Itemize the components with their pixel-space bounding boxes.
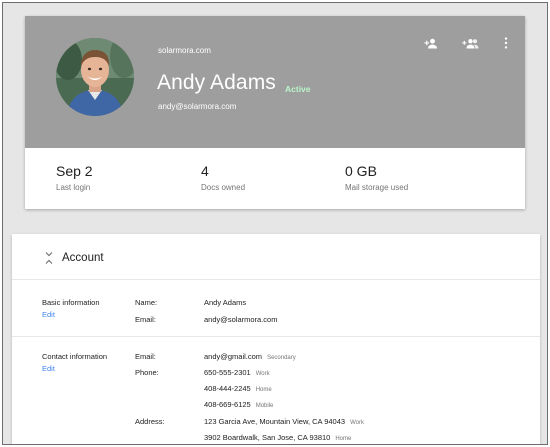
address-text: 123 Garcia Ave, Mountain View, CA 94043 xyxy=(204,417,346,426)
stat-value: Sep 2 xyxy=(56,163,93,179)
phone-type-tag: Work xyxy=(255,371,270,377)
stat-label: Mail storage used xyxy=(345,183,409,192)
stat-mail-storage: 0 GB Mail storage used xyxy=(345,163,408,192)
stat-label: Last login xyxy=(56,183,91,192)
collapse-icon[interactable] xyxy=(44,251,54,265)
phone-row: 408-444-2245 Home xyxy=(204,384,272,393)
address-type-tag: Home xyxy=(335,436,352,442)
phone-number: 650-555-2301 xyxy=(204,368,251,377)
contact-info-edit-link[interactable]: Edit xyxy=(42,364,55,373)
stat-label: Docs owned xyxy=(201,183,246,192)
section-divider xyxy=(12,336,540,337)
user-stats: Sep 2 Last login 4 Docs owned 0 GB Mail … xyxy=(25,148,525,209)
address-field-label: Address: xyxy=(135,417,165,426)
name-field-label: Name: xyxy=(135,298,158,307)
user-name: Andy Adams xyxy=(157,71,276,94)
add-group-icon[interactable] xyxy=(461,36,479,50)
user-email: andy@solarmora.com xyxy=(158,102,237,111)
address-text: 3902 Boardwalk, San Jose, CA 93810 xyxy=(204,433,331,442)
contact-email-value: andy@gmail.com Secondary xyxy=(204,352,296,361)
stat-docs-owned: 4 Docs owned xyxy=(201,163,245,192)
user-domain: solarmora.com xyxy=(158,46,211,55)
contact-email-text: andy@gmail.com xyxy=(204,352,263,361)
admin-user-page: solarmora.com Andy Adams Active andy@sol… xyxy=(2,2,548,445)
phone-field-label: Phone: xyxy=(135,368,159,377)
contact-info-label: Contact information xyxy=(42,352,108,361)
basic-info-edit-link[interactable]: Edit xyxy=(42,310,55,319)
phone-type-tag: Home xyxy=(255,387,272,393)
name-value: Andy Adams xyxy=(204,298,247,307)
phone-type-tag: Mobile xyxy=(255,403,274,409)
contact-email-label: Email: xyxy=(135,352,156,361)
phone-number: 408-444-2245 xyxy=(204,384,251,393)
stat-value: 4 xyxy=(201,163,209,179)
email-value: andy@solarmora.com xyxy=(204,315,278,324)
address-row: 3902 Boardwalk, San Jose, CA 93810 Home xyxy=(204,433,351,442)
account-section: Account Basic information Edit Name: And… xyxy=(12,234,540,444)
status-badge: Active xyxy=(285,84,311,94)
account-title: Account xyxy=(62,252,104,264)
basic-info-label: Basic information xyxy=(42,298,100,307)
account-section-header[interactable]: Account xyxy=(12,234,540,280)
avatar xyxy=(56,38,134,116)
address-row: 123 Garcia Ave, Mountain View, CA 94043 W… xyxy=(204,417,364,426)
address-type-tag: Work xyxy=(350,420,364,426)
avatar-photo xyxy=(56,38,134,116)
stat-last-login: Sep 2 Last login xyxy=(56,163,93,192)
user-profile-card: solarmora.com Andy Adams Active andy@sol… xyxy=(25,16,525,209)
more-vert-icon[interactable] xyxy=(501,36,511,50)
email-field-label: Email: xyxy=(135,315,156,324)
profile-header: solarmora.com Andy Adams Active andy@sol… xyxy=(25,16,525,148)
phone-number: 408-669-6125 xyxy=(204,400,251,409)
email-type-tag: Secondary xyxy=(267,355,296,361)
add-person-icon[interactable] xyxy=(423,36,439,50)
phone-row: 650-555-2301 Work xyxy=(204,368,270,377)
phone-row: 408-669-6125 Mobile xyxy=(204,400,273,409)
stat-value: 0 GB xyxy=(345,163,377,179)
